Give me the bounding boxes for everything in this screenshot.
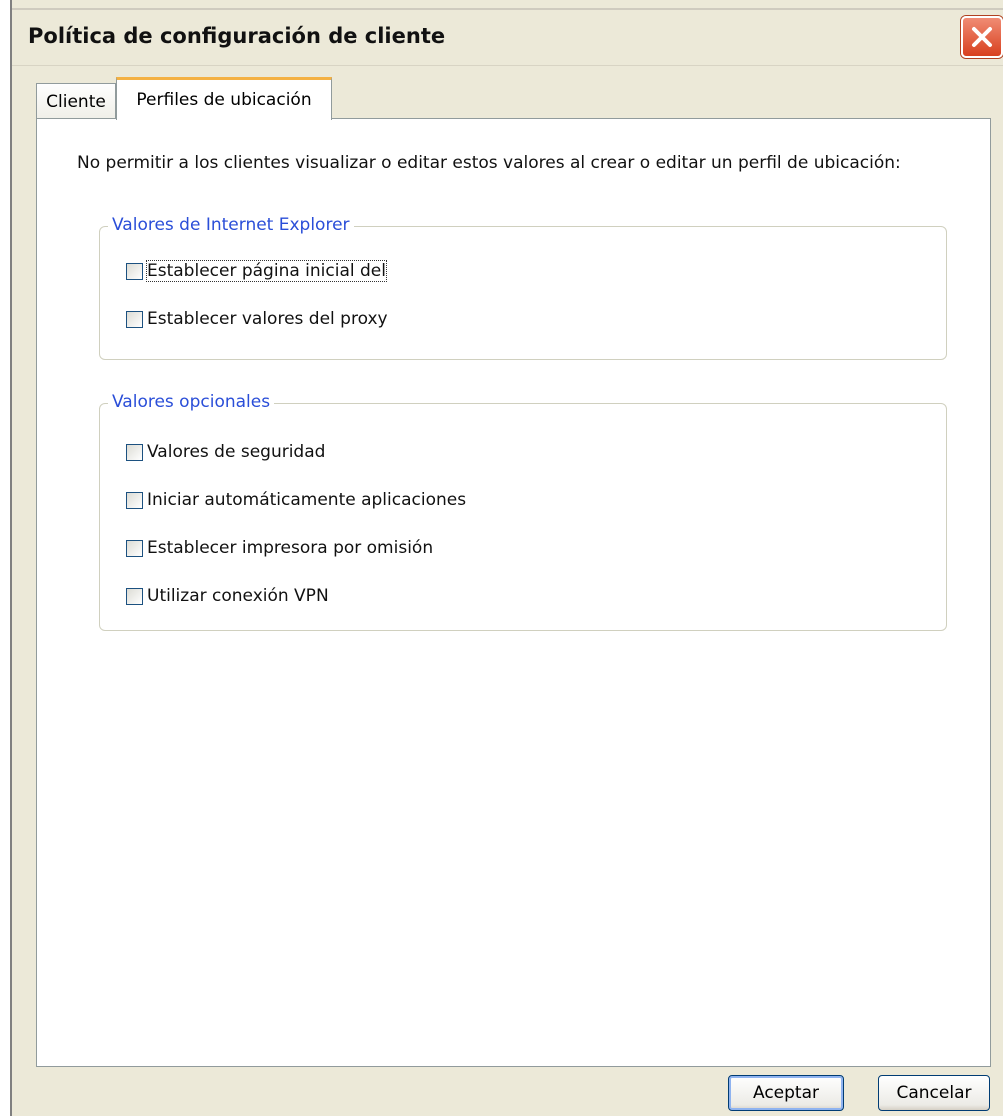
checkbox-row-vpn[interactable]: Utilizar conexión VPN xyxy=(126,586,329,606)
tab-perfiles-label: Perfiles de ubicación xyxy=(136,90,312,110)
checkbox-security-label: Valores de seguridad xyxy=(147,442,326,462)
ok-button[interactable]: Aceptar xyxy=(728,1075,844,1111)
checkbox-proxy[interactable] xyxy=(126,310,143,328)
close-icon xyxy=(972,27,992,47)
checkbox-homepage-label: Establecer página inicial del xyxy=(146,260,387,282)
checkbox-autostart-apps[interactable] xyxy=(126,491,143,509)
checkbox-row-autostart-apps[interactable]: Iniciar automáticamente aplicaciones xyxy=(126,490,466,510)
tab-cliente-label: Cliente xyxy=(46,91,106,112)
checkbox-vpn[interactable] xyxy=(126,587,143,605)
group-internet-explorer: Valores de Internet Explorer Establecer … xyxy=(99,215,947,360)
window-title: Política de configuración de cliente xyxy=(28,24,446,48)
tab-cliente[interactable]: Cliente xyxy=(36,83,116,119)
tab-panel: No permitir a los clientes visualizar o … xyxy=(36,118,991,1067)
cancel-button-label: Cancelar xyxy=(896,1083,972,1103)
group-ie-legend: Valores de Internet Explorer xyxy=(108,215,354,235)
checkbox-default-printer[interactable] xyxy=(126,539,143,557)
checkbox-proxy-label: Establecer valores del proxy xyxy=(147,309,388,329)
checkbox-default-printer-label: Establecer impresora por omisión xyxy=(147,538,434,558)
intro-text: No permitir a los clientes visualizar o … xyxy=(77,153,901,173)
tab-perfiles-de-ubicacion[interactable]: Perfiles de ubicación xyxy=(116,77,332,120)
group-optional-legend: Valores opcionales xyxy=(108,392,275,412)
checkbox-security[interactable] xyxy=(126,443,143,461)
dialog-window: Política de configuración de cliente Cli… xyxy=(10,0,1003,1116)
checkbox-vpn-label: Utilizar conexión VPN xyxy=(147,586,329,606)
close-button[interactable] xyxy=(961,16,1003,58)
checkbox-row-security[interactable]: Valores de seguridad xyxy=(126,442,325,462)
checkbox-autostart-apps-label: Iniciar automáticamente aplicaciones xyxy=(147,490,467,510)
cancel-button[interactable]: Cancelar xyxy=(878,1075,990,1111)
title-bar: Política de configuración de cliente xyxy=(12,8,1003,66)
checkbox-homepage[interactable] xyxy=(126,262,143,280)
checkbox-row-proxy[interactable]: Establecer valores del proxy xyxy=(126,309,388,329)
checkbox-row-default-printer[interactable]: Establecer impresora por omisión xyxy=(126,538,433,558)
checkbox-row-homepage[interactable]: Establecer página inicial del xyxy=(126,260,387,282)
group-optional-values: Valores opcionales Valores de seguridad … xyxy=(99,392,947,631)
tab-strip: Cliente Perfiles de ubicación xyxy=(36,75,936,120)
ok-button-label: Aceptar xyxy=(753,1083,819,1103)
